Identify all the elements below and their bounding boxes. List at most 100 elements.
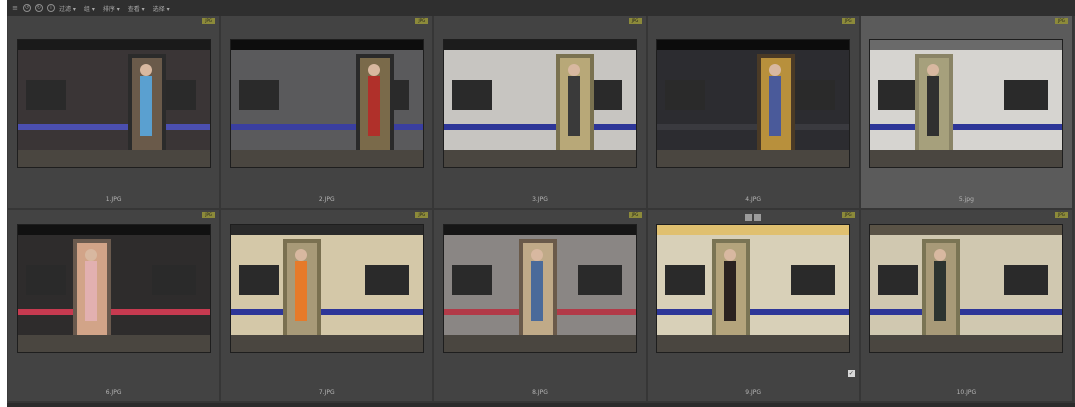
thumbnail-filename: 3.JPG: [532, 195, 548, 203]
passenger-figure: [724, 260, 737, 321]
toolbar: ≡ ↺ ↻ i 过滤 ▾ 组 ▾ 排序 ▾ 查看 ▾ 选择 ▾: [7, 0, 1075, 16]
train-window: [1004, 80, 1049, 110]
train-window: [451, 264, 492, 295]
photo-thumbnail[interactable]: [870, 40, 1063, 167]
train-window: [25, 264, 66, 295]
photo-thumbnail[interactable]: [230, 40, 423, 167]
photo-thumbnail[interactable]: [657, 40, 850, 167]
platform: [657, 150, 850, 167]
file-type-badge: JPG: [1054, 211, 1068, 218]
rotate-right-icon[interactable]: ↻: [35, 4, 43, 12]
passenger-head: [927, 64, 940, 76]
menu-icon[interactable]: ≡: [11, 4, 19, 12]
passenger-head: [84, 248, 97, 261]
thumbnail-cell[interactable]: JPG 5.jpg: [860, 16, 1074, 210]
file-type-badge: JPG: [628, 211, 642, 218]
checkmark-icon[interactable]: ✓: [847, 370, 855, 377]
thumbnail-filename: 6.JPG: [105, 389, 122, 396]
passenger-head: [139, 64, 152, 76]
view-menu[interactable]: 查看 ▾: [128, 4, 145, 13]
thumbnail-cell[interactable]: JPG 9.JPG ✓: [647, 209, 861, 403]
metadata-icons: [744, 213, 762, 221]
passenger-head: [724, 248, 737, 261]
thumbnail-cell[interactable]: JPG 3.JPG: [434, 16, 648, 210]
passenger-head: [530, 248, 543, 261]
platform: [657, 334, 850, 352]
train-window: [364, 264, 409, 295]
platform: [443, 334, 636, 352]
train-window: [791, 264, 836, 295]
train-window: [1004, 264, 1049, 295]
train-stripe: [443, 124, 636, 130]
train-window: [577, 264, 622, 295]
group-menu[interactable]: 组 ▾: [84, 4, 95, 13]
rotate-left-icon[interactable]: ↺: [23, 4, 31, 12]
train-window: [791, 80, 836, 110]
file-type-badge: JPG: [415, 211, 429, 218]
file-type-badge: JPG: [841, 211, 855, 218]
thumbnail-filename: 9.JPG: [745, 389, 762, 396]
thumbnail-filename: 1.JPG: [105, 195, 122, 203]
thumbnail-cell[interactable]: JPG 8.JPG: [434, 209, 648, 403]
thumbnail-cell[interactable]: JPG 6.JPG: [8, 209, 222, 403]
photo-thumbnail[interactable]: [443, 40, 636, 167]
train-stripe: [657, 308, 850, 315]
passenger-figure: [934, 260, 947, 321]
file-type-badge: JPG: [1054, 18, 1068, 24]
sort-menu[interactable]: 排序 ▾: [103, 4, 120, 13]
passenger-head: [567, 64, 580, 76]
thumbnail-cell[interactable]: JPG 4.JPG: [647, 16, 861, 210]
file-type-badge: JPG: [628, 18, 642, 24]
image-info-icon: [745, 213, 753, 221]
platform: [230, 150, 423, 167]
thumbnail-filename: 7.JPG: [318, 389, 335, 396]
passenger-figure: [530, 260, 543, 321]
thumbnail-filename: 2.JPG: [318, 195, 335, 203]
info-icon[interactable]: i: [47, 4, 55, 12]
passenger-figure: [294, 260, 307, 321]
photo-thumbnail[interactable]: [657, 224, 850, 352]
passenger-figure: [84, 260, 97, 321]
train-stripe: [230, 124, 423, 130]
thumbnail-cell[interactable]: JPG 2.JPG: [221, 16, 435, 210]
thumbnail-filename: 4.JPG: [745, 195, 762, 203]
train-window: [151, 264, 196, 295]
bottom-scrollbar[interactable]: [7, 403, 1075, 407]
select-menu[interactable]: 选择 ▾: [153, 4, 170, 13]
train-window: [238, 264, 279, 295]
photo-thumbnail[interactable]: [870, 224, 1063, 352]
edit-icon: [754, 213, 762, 221]
thumbnail-filename: 10.JPG: [956, 389, 977, 396]
filter-menu[interactable]: 过滤 ▾: [59, 4, 76, 13]
train-stripe: [870, 308, 1063, 315]
photo-thumbnail[interactable]: [443, 224, 636, 352]
thumbnail-filename: 8.JPG: [532, 389, 548, 396]
passenger-figure: [927, 76, 940, 136]
train-stripe: [870, 124, 1063, 130]
file-type-badge: JPG: [202, 211, 216, 218]
train-window: [665, 80, 706, 110]
passenger-head: [934, 248, 947, 261]
image-browser-panel: ≡ ↺ ↻ i 过滤 ▾ 组 ▾ 排序 ▾ 查看 ▾ 选择 ▾ JPG 1.JPG…: [7, 0, 1075, 407]
train-stripe: [17, 308, 210, 315]
platform: [17, 334, 210, 352]
thumbnail-cell[interactable]: JPG 1.JPG: [8, 16, 222, 210]
train-window: [238, 80, 279, 110]
file-type-badge: JPG: [841, 18, 855, 24]
passenger-head: [367, 64, 380, 76]
passenger-head: [294, 248, 307, 261]
passenger-figure: [769, 76, 782, 136]
thumbnail-filename: 5.jpg: [958, 195, 974, 203]
thumbnail-grid: JPG 1.JPG JPG 2.JPG JPG 3.JPG JPG 4.JPG JPG 5.jpg…: [8, 16, 1074, 403]
platform: [230, 334, 423, 352]
photo-thumbnail[interactable]: [17, 40, 210, 167]
photo-thumbnail[interactable]: [17, 224, 210, 352]
file-type-badge: JPG: [415, 18, 429, 24]
train-window: [451, 80, 492, 110]
thumbnail-cell[interactable]: JPG 10.JPG: [860, 209, 1074, 403]
thumbnail-cell[interactable]: JPG 7.JPG: [221, 209, 435, 403]
passenger-figure: [567, 76, 580, 136]
photo-thumbnail[interactable]: [230, 224, 423, 352]
train-stripe: [230, 308, 423, 315]
train-window: [665, 264, 706, 295]
